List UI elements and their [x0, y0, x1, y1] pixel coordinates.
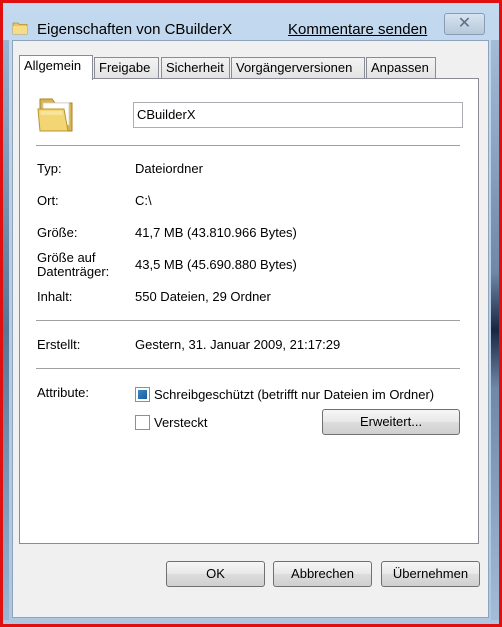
separator — [36, 320, 460, 321]
location-value: C:\ — [135, 193, 152, 208]
type-value: Dateiordner — [135, 161, 203, 176]
attributes-label: Attribute: — [37, 385, 90, 400]
size-on-disk-label-line2: Datenträger: — [37, 264, 110, 279]
send-feedback-link[interactable]: Kommentare senden — [288, 21, 427, 38]
ok-button[interactable]: OK — [166, 561, 265, 587]
location-label: Ort: — [37, 193, 59, 208]
tab-sicherheit[interactable]: Sicherheit — [161, 57, 230, 78]
folder-large-icon — [36, 95, 76, 133]
hidden-checkbox[interactable] — [135, 415, 150, 430]
apply-button[interactable]: Übernehmen — [381, 561, 480, 587]
tab-vorgaengerversionen[interactable]: Vorgängerversionen — [231, 57, 365, 78]
size-on-disk-value: 43,5 MB (45.690.880 Bytes) — [135, 257, 297, 272]
size-label: Größe: — [37, 225, 78, 240]
created-value: Gestern, 31. Januar 2009, 21:17:29 — [135, 337, 341, 352]
tab-freigabe[interactable]: Freigabe — [94, 57, 159, 78]
separator — [36, 368, 460, 369]
contents-value: 550 Dateien, 29 Ordner — [135, 289, 271, 304]
close-button[interactable]: ✕ — [444, 13, 485, 35]
window-title: Eigenschaften von CBuilderX — [37, 21, 233, 38]
advanced-button[interactable]: Erweitert... — [322, 409, 460, 435]
size-value: 41,7 MB (43.810.966 Bytes) — [135, 225, 297, 240]
folder-name-input[interactable]: CBuilderX — [133, 102, 463, 128]
readonly-checkbox[interactable] — [135, 387, 150, 402]
cancel-button[interactable]: Abbrechen — [273, 561, 372, 587]
contents-label: Inhalt: — [37, 289, 73, 304]
readonly-checkbox-label[interactable]: Schreibgeschützt (betrifft nur Dateien i… — [154, 387, 434, 402]
folder-icon — [12, 21, 28, 35]
created-label: Erstellt: — [37, 337, 81, 352]
general-tab-page — [19, 78, 479, 544]
tab-anpassen[interactable]: Anpassen — [366, 57, 436, 78]
type-label: Typ: — [37, 161, 62, 176]
close-icon: ✕ — [457, 15, 472, 32]
separator — [36, 145, 460, 146]
size-on-disk-label-line1: Größe auf — [37, 250, 96, 265]
window-right-edge — [491, 40, 499, 620]
window-left-edge — [3, 40, 9, 620]
hidden-checkbox-label[interactable]: Versteckt — [154, 415, 207, 430]
tab-allgemein[interactable]: Allgemein — [19, 55, 93, 80]
